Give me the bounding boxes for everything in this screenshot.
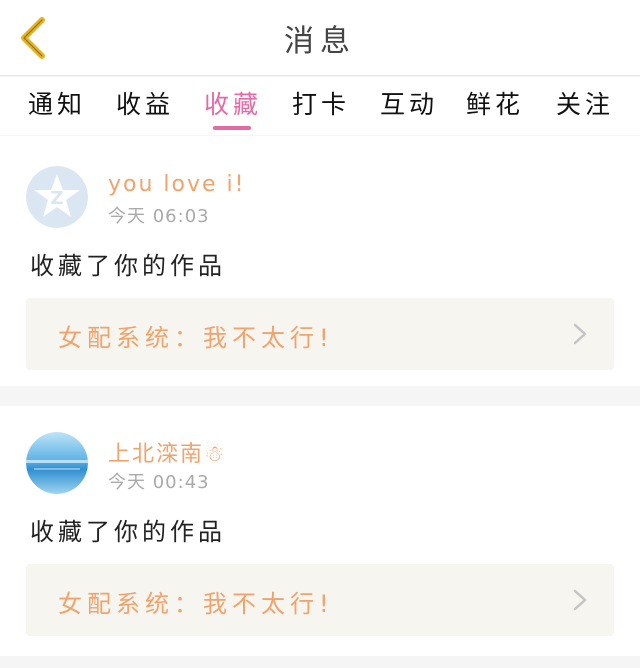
tab-checkin[interactable]: 打卡 xyxy=(292,85,350,121)
tab-interactions[interactable]: 互动 xyxy=(380,85,438,121)
tab-follows[interactable]: 关注 xyxy=(556,85,614,121)
svg-text:Z: Z xyxy=(50,188,63,209)
action-text: 收藏了你的作品 xyxy=(30,252,226,280)
chevron-right-icon xyxy=(573,323,587,345)
username[interactable]: 上北滦南☃ xyxy=(108,436,226,468)
username[interactable]: you love i! xyxy=(108,172,245,197)
qzone-logo-icon: Z xyxy=(26,166,88,228)
message-card: 上北滦南☃ 今天 00:43 收藏了你的作品 女配系统：我不太行! xyxy=(0,406,640,656)
app: 消息 通知 收益 收藏 打卡 互动 鲜花 关注 Z you love i! 今天… xyxy=(0,0,640,668)
tab-notifications[interactable]: 通知 xyxy=(28,85,86,121)
work-link[interactable]: 女配系统：我不太行! xyxy=(26,298,614,370)
tab-bar: 通知 收益 收藏 打卡 互动 鲜花 关注 xyxy=(0,77,640,135)
message-card: Z you love i! 今天 06:03 收藏了你的作品 女配系统：我不太行… xyxy=(0,136,640,386)
tab-favorites[interactable]: 收藏 xyxy=(204,85,262,121)
user-avatar[interactable] xyxy=(26,432,88,494)
work-link[interactable]: 女配系统：我不太行! xyxy=(26,564,614,636)
timestamp: 今天 00:43 xyxy=(108,472,210,493)
user-avatar[interactable]: Z xyxy=(26,166,88,228)
page-title: 消息 xyxy=(284,24,356,59)
tab-flowers[interactable]: 鲜花 xyxy=(466,85,524,121)
header-bar: 消息 xyxy=(0,0,640,76)
work-title: 女配系统：我不太行! xyxy=(58,590,334,618)
work-title: 女配系统：我不太行! xyxy=(58,324,334,352)
action-text: 收藏了你的作品 xyxy=(30,518,226,546)
active-tab-indicator xyxy=(213,126,251,130)
sea-photo-avatar-icon xyxy=(26,432,88,494)
tab-earnings[interactable]: 收益 xyxy=(116,85,174,121)
chevron-right-icon xyxy=(573,589,587,611)
timestamp: 今天 06:03 xyxy=(108,206,210,227)
